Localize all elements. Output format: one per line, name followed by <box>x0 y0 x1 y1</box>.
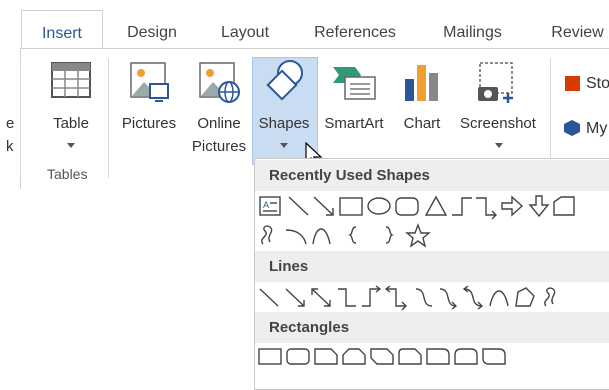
text-box-shape-icon[interactable]: A <box>259 196 281 216</box>
curved-arrow-connector-icon[interactable] <box>439 288 458 310</box>
line-double-arrow-icon[interactable] <box>311 288 331 307</box>
rectangle-shape-icon[interactable] <box>339 197 363 216</box>
recent-shapes-row-2 <box>261 223 431 248</box>
separator <box>108 58 109 178</box>
tab-references[interactable]: References <box>305 16 405 49</box>
scribble-icon[interactable] <box>544 287 556 307</box>
rounded-rectangle-shape-icon[interactable] <box>395 197 419 216</box>
snip-single-corner-rectangle-icon[interactable] <box>314 348 338 365</box>
tab-insert[interactable]: Insert <box>21 10 103 51</box>
round-same-side-corner-rectangle-icon[interactable] <box>454 348 478 365</box>
online-pictures-label-2: Pictures <box>191 138 247 155</box>
scribble-shape-icon[interactable] <box>261 225 273 245</box>
my-addins-button[interactable]: My <box>560 117 609 141</box>
tab-mailings[interactable]: Mailings <box>430 16 515 49</box>
shapes-label: Shapes <box>258 115 310 132</box>
recent-shapes-header: Recently Used Shapes <box>255 160 609 191</box>
screenshot-button[interactable]: Screenshot <box>452 57 544 161</box>
snip-diagonal-corner-rectangle-icon[interactable] <box>370 348 394 365</box>
elbow-double-arrow-icon[interactable] <box>384 285 407 311</box>
lines-header: Lines <box>255 251 609 282</box>
smartart-icon <box>333 67 376 100</box>
smartart-button[interactable]: SmartArt <box>317 57 391 161</box>
chart-label: Chart <box>403 115 441 132</box>
online-pictures-label-1: Online <box>197 115 241 132</box>
screenshot-icon <box>478 62 513 103</box>
line-shape-icon[interactable] <box>288 196 309 216</box>
oval-shape-icon[interactable] <box>367 197 391 215</box>
curve-shape-icon[interactable] <box>312 228 331 245</box>
tab-layout[interactable]: Layout <box>205 16 285 49</box>
picture-icon <box>130 62 169 102</box>
line-icon[interactable] <box>259 288 279 307</box>
chart-icon <box>405 65 438 101</box>
round-diagonal-corner-rectangle-icon[interactable] <box>482 348 506 365</box>
flowchart-shape-icon[interactable] <box>553 196 575 216</box>
online-pictures-button[interactable]: Online Pictures <box>186 57 252 161</box>
addins-icon <box>564 120 580 136</box>
round-single-corner-rectangle-icon[interactable] <box>426 348 450 365</box>
arc-shape-icon[interactable] <box>285 229 307 245</box>
partial-label-1: e <box>6 115 15 132</box>
online-picture-icon <box>199 62 240 103</box>
rectangles-header: Rectangles <box>255 312 609 343</box>
curved-double-arrow-connector-icon[interactable] <box>462 285 484 310</box>
lines-row <box>259 285 556 311</box>
rectangles-row <box>258 348 506 365</box>
rectangle-icon[interactable] <box>258 348 282 365</box>
line-arrow-icon[interactable] <box>285 288 305 307</box>
screenshot-label: Screenshot <box>460 115 536 132</box>
shapes-dropdown-caret <box>280 143 288 148</box>
table-icon <box>51 62 91 98</box>
recent-shapes-row-1: A <box>259 195 575 220</box>
tab-design[interactable]: Design <box>112 16 192 49</box>
chart-button[interactable]: Chart <box>394 57 450 161</box>
curved-connector-icon[interactable] <box>415 288 433 307</box>
left-brace-shape-icon[interactable] <box>347 226 357 244</box>
right-arrow-shape-icon[interactable] <box>501 195 524 217</box>
store-label: Sto <box>586 75 609 92</box>
smartart-label: SmartArt <box>324 115 384 132</box>
pictures-label: Pictures <box>121 115 177 132</box>
elbow-arrow-icon[interactable] <box>362 285 382 307</box>
shapes-icon <box>266 60 303 101</box>
triangle-shape-icon[interactable] <box>424 195 448 216</box>
svg-text:A: A <box>263 200 269 210</box>
partial-label-2: k <box>6 138 14 155</box>
star-shape-icon[interactable] <box>405 223 431 248</box>
rounded-rectangle-icon[interactable] <box>286 348 310 365</box>
freeform-shape-icon[interactable] <box>515 287 535 307</box>
store-icon <box>565 76 580 91</box>
table-dropdown-caret <box>67 143 75 148</box>
right-brace-shape-icon[interactable] <box>385 226 395 244</box>
ribbon-tabs: Insert Design Layout References Mailings… <box>0 0 609 51</box>
snip-round-rectangle-icon[interactable] <box>398 348 422 365</box>
tab-review[interactable]: Review <box>540 16 609 49</box>
pictures-button[interactable]: Pictures <box>114 57 184 161</box>
table-label: Table <box>53 115 89 132</box>
tables-group-label: Tables <box>47 166 88 182</box>
arrow-shape-icon[interactable] <box>313 196 334 216</box>
elbow-connector-icon[interactable] <box>338 288 356 307</box>
store-button[interactable]: Sto <box>560 72 609 96</box>
table-button[interactable]: Table <box>38 57 104 161</box>
separator <box>20 62 21 177</box>
elbow-arrow-connector-shape-icon[interactable] <box>476 197 497 220</box>
screenshot-dropdown-caret <box>495 143 503 148</box>
curve-icon[interactable] <box>489 290 509 307</box>
elbow-connector-shape-icon[interactable] <box>452 197 472 216</box>
my-addins-label: My <box>586 120 608 137</box>
down-arrow-shape-icon[interactable] <box>528 195 550 218</box>
snip-same-side-corner-rectangle-icon[interactable] <box>342 348 366 365</box>
